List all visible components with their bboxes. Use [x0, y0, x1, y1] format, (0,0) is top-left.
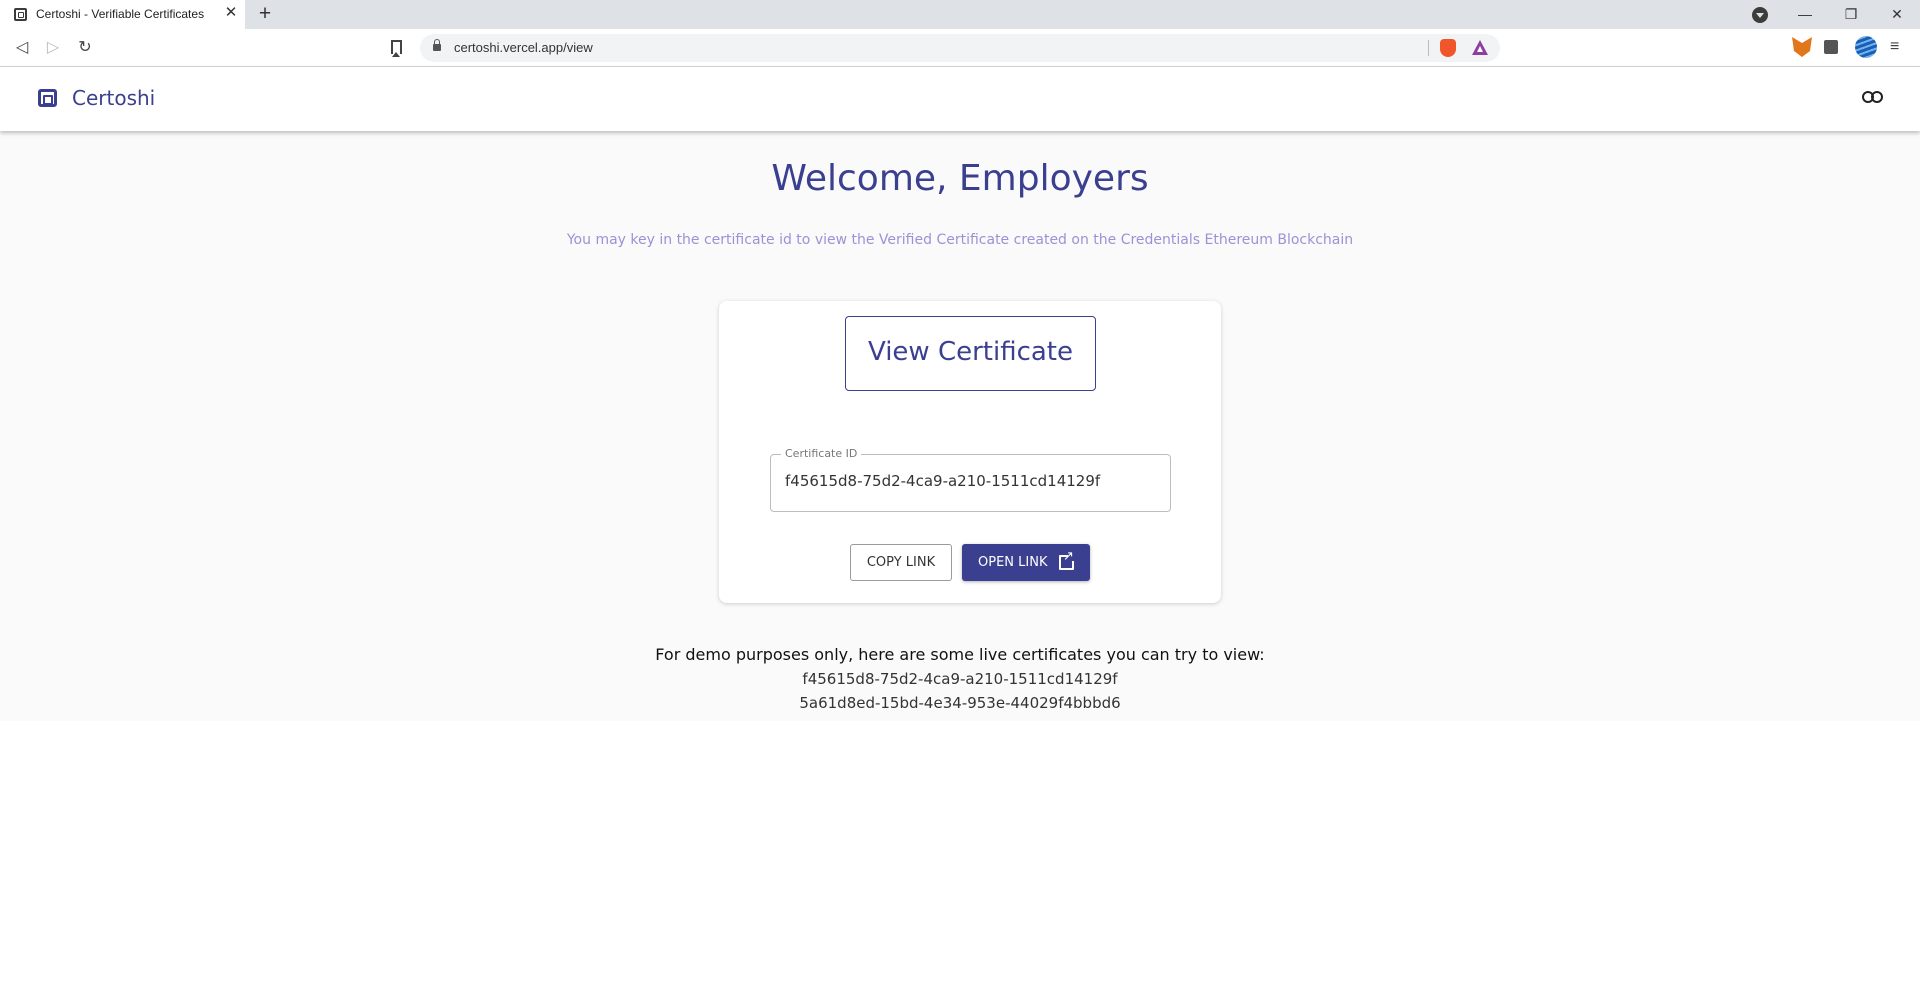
url-text[interactable]: certoshi.vercel.app/view: [454, 40, 593, 55]
back-button[interactable]: ◁: [10, 36, 34, 60]
omnibox-divider: [1428, 40, 1429, 56]
tab-title: Certoshi - Verifiable Certificates: [36, 7, 205, 21]
brave-shields-icon[interactable]: [1440, 39, 1456, 57]
minimize-button[interactable]: —: [1782, 0, 1828, 29]
page-title: Welcome, Employers: [771, 158, 1149, 199]
browser-tab-bar: Certoshi - Verifiable Certificates ✕ + —…: [0, 0, 1920, 29]
brave-rewards-icon[interactable]: [1472, 40, 1488, 55]
app-header: Certoshi: [0, 67, 1920, 131]
card-title: View Certificate: [845, 316, 1096, 391]
close-window-button[interactable]: ✕: [1874, 0, 1920, 29]
brand-logo-link[interactable]: Certoshi: [38, 86, 155, 110]
profile-avatar-icon[interactable]: [1855, 36, 1877, 58]
certoshi-favicon-icon: [14, 8, 27, 21]
page-content: Certoshi Welcome, Employers You may key …: [0, 67, 1920, 721]
browser-menu-icon[interactable]: ≡: [1890, 39, 1902, 55]
forward-button[interactable]: ▷: [41, 36, 65, 60]
tab-close-icon[interactable]: ✕: [222, 4, 240, 22]
external-link-icon: [1059, 549, 1076, 570]
demo-certificate-id: f45615d8-75d2-4ca9-a210-1511cd14129f: [802, 670, 1118, 688]
new-tab-button[interactable]: +: [254, 3, 276, 25]
brand-name: Certoshi: [72, 86, 156, 110]
browser-tab[interactable]: Certoshi - Verifiable Certificates ✕: [0, 0, 245, 29]
restore-button[interactable]: ❐: [1828, 0, 1874, 29]
page-subtitle: You may key in the certificate id to vie…: [566, 232, 1354, 248]
metamask-extension-icon[interactable]: [1792, 37, 1812, 57]
browser-toolbar: ◁ ▷ ↻ certoshi.vercel.app/view ≡: [0, 29, 1920, 67]
certificate-id-label: Certificate ID: [781, 447, 862, 460]
address-bar[interactable]: certoshi.vercel.app/view: [420, 34, 1500, 62]
open-link-label: OPEN LINK: [978, 555, 1048, 570]
lock-icon[interactable]: [433, 39, 441, 51]
wallet-icon: [38, 89, 57, 107]
bookmark-icon[interactable]: [391, 40, 402, 57]
link-icon[interactable]: [1862, 91, 1883, 105]
demo-certificate-id: 5a61d8ed-15bd-4e34-953e-44029f4bbbd6: [799, 694, 1121, 712]
view-certificate-card: View Certificate Certificate ID COPY LIN…: [719, 301, 1221, 603]
reload-button[interactable]: ↻: [73, 36, 97, 60]
copy-link-button[interactable]: COPY LINK: [850, 544, 952, 581]
tab-search-icon[interactable]: [1752, 7, 1768, 23]
certificate-id-input[interactable]: [785, 472, 1155, 490]
open-link-button[interactable]: OPEN LINK: [962, 544, 1090, 581]
certificate-id-field[interactable]: Certificate ID: [770, 447, 1171, 512]
demo-heading: For demo purposes only, here are some li…: [655, 645, 1265, 664]
extensions-puzzle-icon[interactable]: [1824, 40, 1838, 54]
